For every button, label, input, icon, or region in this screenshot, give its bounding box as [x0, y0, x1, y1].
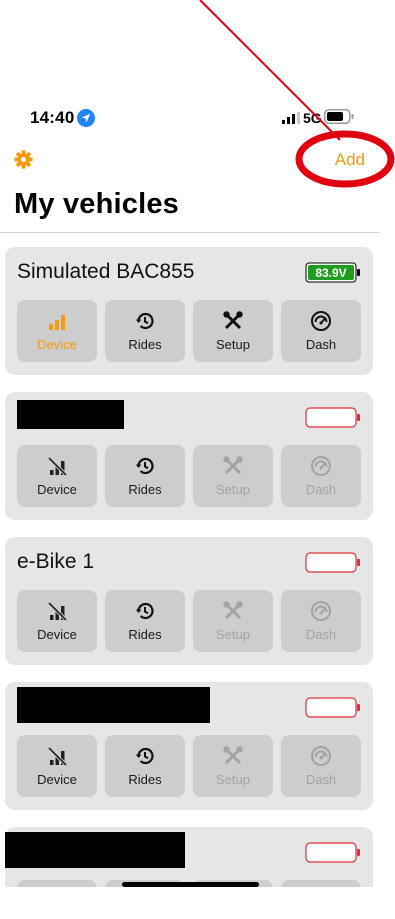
setup-label: Setup — [216, 772, 250, 787]
dash-label: Dash — [305, 482, 337, 497]
device-button[interactable]: Device — [17, 590, 97, 652]
speedometer-icon — [311, 311, 331, 331]
vehicle-card — [5, 827, 373, 887]
dash-button[interactable]: Dash — [281, 300, 361, 362]
vehicle-card: Simulated BAC855 83.9V Device Rides Setu… — [5, 247, 373, 375]
speedometer-icon — [311, 746, 331, 766]
vehicle-battery-badge — [305, 407, 360, 428]
dash-label: Dash — [305, 772, 337, 787]
vehicle-actions: Device Rides Setup Dash — [17, 590, 361, 652]
vehicle-name: Simulated BAC855 — [17, 260, 195, 283]
signal-bars-icon — [49, 315, 65, 330]
setup-label: Setup — [216, 627, 250, 642]
tools-icon — [223, 311, 243, 330]
dash-label: Dash — [305, 337, 337, 352]
add-vehicle-button[interactable]: Add — [335, 150, 365, 170]
rides-button[interactable]: Rides — [105, 300, 185, 362]
dash-button[interactable]: Dash — [281, 735, 361, 797]
status-bar: 14:40 5G — [0, 100, 395, 134]
vehicle-battery-badge — [305, 842, 360, 863]
rides-button[interactable]: Rides — [105, 590, 185, 652]
vehicle-battery-badge — [305, 552, 360, 573]
vehicle-list[interactable]: Simulated BAC855 83.9V Device Rides Setu… — [5, 247, 373, 887]
setup-label: Setup — [216, 337, 250, 352]
rides-label: Rides — [128, 772, 162, 787]
setup-button[interactable]: Setup — [193, 735, 273, 797]
history-icon — [135, 747, 154, 765]
tools-icon — [223, 456, 243, 475]
vehicle-actions: Device Rides Setup Dash — [17, 300, 361, 362]
setup-button[interactable]: Setup — [193, 300, 273, 362]
history-icon — [135, 312, 154, 330]
redacted-name — [5, 832, 185, 868]
dash-button[interactable]: Dash — [281, 445, 361, 507]
setup-button[interactable]: Setup — [193, 590, 273, 652]
no-signal-icon — [47, 601, 68, 622]
vehicle-battery-badge — [305, 697, 360, 718]
rides-button[interactable]: Rides — [105, 735, 185, 797]
status-time: 14:40 — [30, 108, 75, 127]
gear-icon[interactable] — [14, 150, 33, 169]
rides-button[interactable]: Rides — [105, 445, 185, 507]
vehicle-battery-voltage: 83.9V — [315, 266, 346, 280]
device-button[interactable]: Device — [17, 445, 97, 507]
setup-button[interactable]: Setup — [193, 445, 273, 507]
setup-label: Setup — [216, 482, 250, 497]
history-icon — [135, 457, 154, 475]
dash-button[interactable] — [281, 880, 361, 887]
vehicle-battery-badge: 83.9V — [305, 262, 360, 283]
device-button[interactable] — [17, 880, 97, 887]
vehicle-card: Device Rides Setup Dash — [5, 682, 373, 810]
navigation-bar: Add — [0, 142, 395, 182]
tools-icon — [223, 601, 243, 620]
vehicle-card: Device Rides Setup Dash — [5, 392, 373, 520]
redacted-name — [17, 687, 210, 723]
location-arrow-icon — [77, 109, 95, 127]
history-icon — [135, 602, 154, 620]
title-divider — [0, 232, 380, 233]
vehicle-actions: Device Rides Setup Dash — [17, 735, 361, 797]
dash-label: Dash — [305, 627, 337, 642]
device-button[interactable]: Device — [17, 300, 97, 362]
no-signal-icon — [47, 456, 68, 477]
device-label: Device — [37, 772, 77, 787]
network-label: 5G — [303, 110, 322, 126]
device-label: Device — [37, 482, 77, 497]
dash-button[interactable]: Dash — [281, 590, 361, 652]
phone-battery-icon — [324, 109, 354, 124]
cellular-signal-icon — [282, 112, 300, 124]
home-indicator — [122, 882, 259, 887]
page-title: My vehicles — [14, 188, 180, 220]
rides-label: Rides — [128, 627, 162, 642]
device-button[interactable]: Device — [17, 735, 97, 797]
device-label: Device — [37, 627, 77, 642]
rides-label: Rides — [128, 482, 162, 497]
speedometer-icon — [311, 456, 331, 476]
no-signal-icon — [47, 746, 68, 767]
redacted-name — [17, 400, 124, 429]
tools-icon — [223, 746, 243, 765]
speedometer-icon — [311, 601, 331, 621]
vehicle-name: e-Bike 1 — [17, 550, 95, 573]
rides-label: Rides — [128, 337, 162, 352]
device-label: Device — [37, 337, 77, 352]
vehicle-actions: Device Rides Setup Dash — [17, 445, 361, 507]
vehicle-card: e-Bike 1 Device Rides Setup Dash — [5, 537, 373, 665]
